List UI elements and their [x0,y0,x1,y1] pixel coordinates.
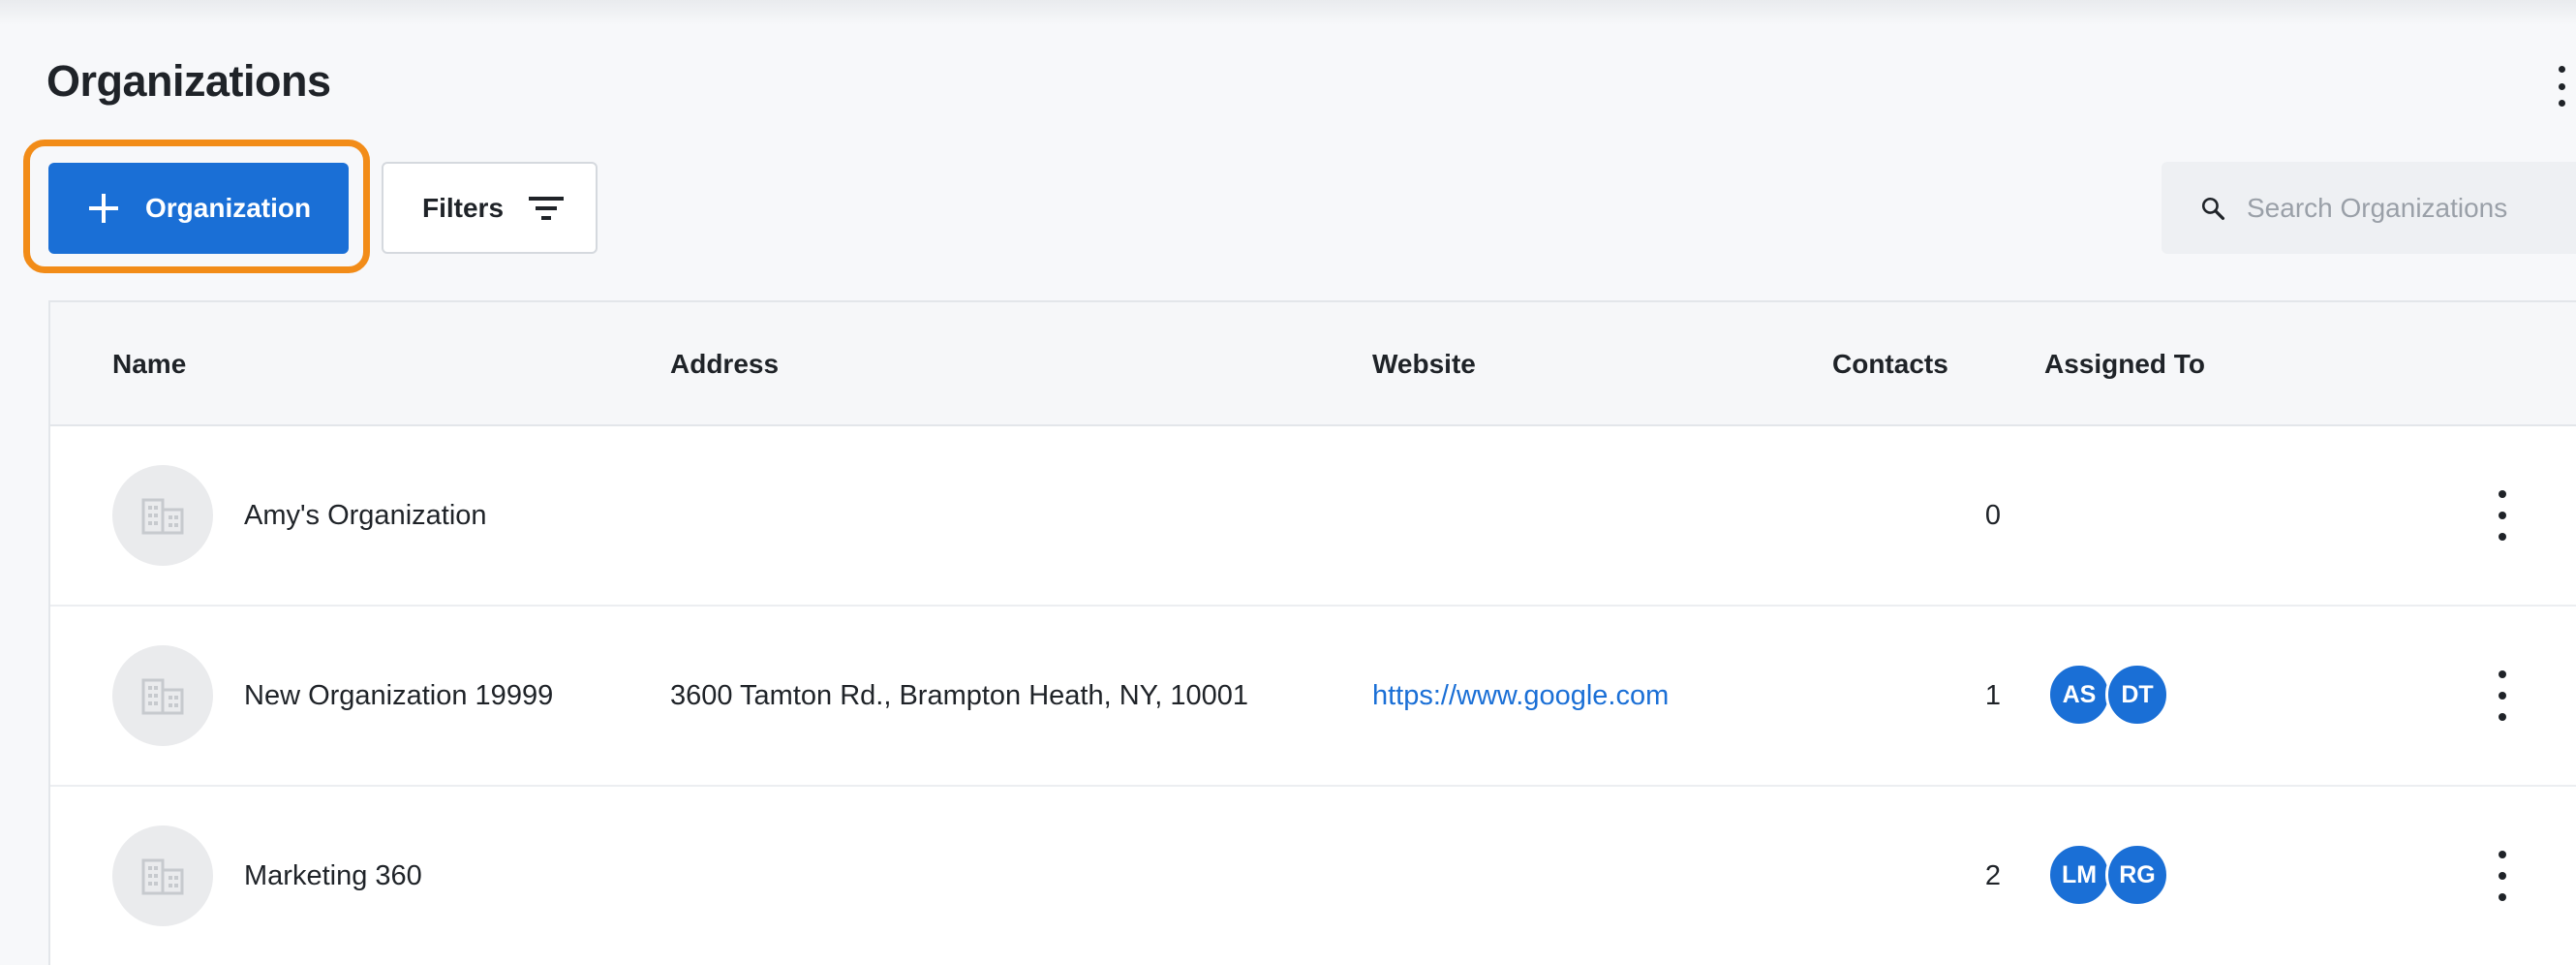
page-title: Organizations [46,56,331,106]
add-organization-button[interactable]: Organization [48,163,349,254]
building-icon [112,465,213,566]
building-icon [112,825,213,926]
filter-icon [529,196,565,220]
org-website-link[interactable]: https://www.google.com [1372,607,1669,785]
column-header-contacts[interactable]: Contacts [1832,302,1948,426]
assigned-users: LM RG [2047,843,2169,907]
table-row[interactable]: Amy's Organization 0 [50,426,2576,607]
filters-button[interactable]: Filters [382,162,598,254]
org-name[interactable]: Amy's Organization [244,426,487,605]
avatar[interactable]: LM [2047,843,2111,907]
table-row[interactable]: Marketing 360 2 LM RG [50,787,2576,965]
row-more-menu-icon[interactable] [2495,490,2510,541]
row-more-menu-icon[interactable] [2495,851,2510,901]
building-icon [112,645,213,746]
table-header: Name Address Website Contacts Assigned T… [50,302,2576,426]
column-header-address[interactable]: Address [670,302,779,426]
org-contacts-count: 1 [1984,680,2001,711]
assigned-users: AS DT [2047,663,2169,727]
organizations-table: Name Address Website Contacts Assigned T… [48,300,2576,965]
table-row[interactable]: New Organization 19999 3600 Tamton Rd., … [50,607,2576,787]
column-header-name[interactable]: Name [112,302,186,426]
top-shadow [0,0,2576,25]
row-more-menu-icon[interactable] [2495,670,2510,721]
org-contacts-count: 0 [1984,500,2001,531]
org-name[interactable]: New Organization 19999 [244,607,553,785]
search-icon [2201,197,2225,220]
org-contacts-count: 2 [1984,860,2001,891]
avatar[interactable]: RG [2105,843,2169,907]
column-header-website[interactable]: Website [1372,302,1476,426]
page-more-menu-icon[interactable] [2555,66,2568,107]
column-header-assigned-to[interactable]: Assigned To [2044,302,2205,426]
filters-label: Filters [422,192,505,223]
avatar[interactable]: DT [2105,663,2169,727]
search-box[interactable] [2162,162,2576,254]
org-address: 3600 Tamton Rd., Brampton Heath, NY, 100… [670,680,1249,711]
search-input[interactable] [2247,192,2576,224]
org-name[interactable]: Marketing 360 [244,787,422,965]
add-organization-label: Organization [145,193,312,223]
plus-icon [89,194,118,223]
organizations-page: Organizations Organization Filters Name … [0,0,2576,965]
avatar[interactable]: AS [2047,663,2111,727]
